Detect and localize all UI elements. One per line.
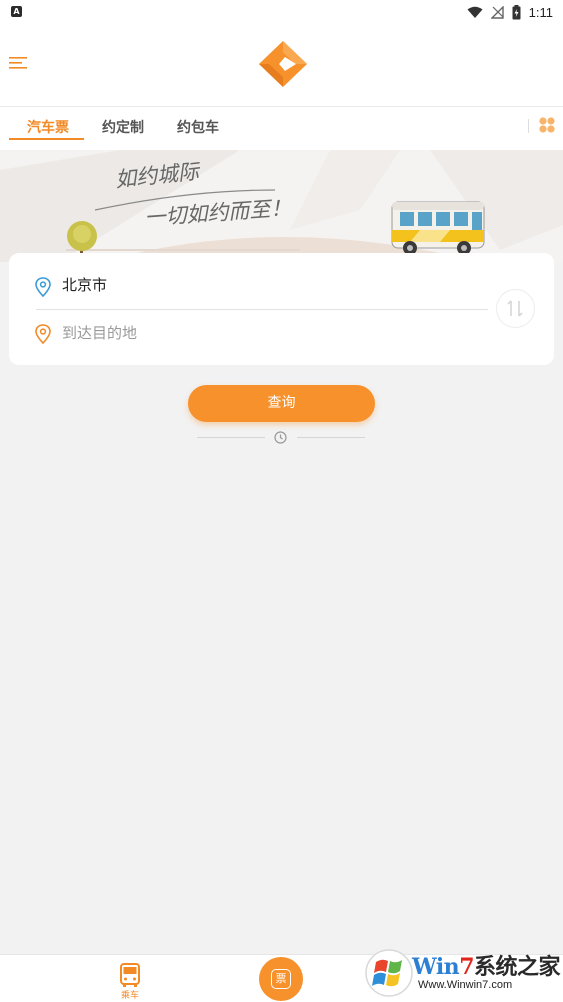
tab-divider: [528, 119, 529, 133]
tab-charter[interactable]: 约包车: [174, 117, 222, 139]
bus-illustration: [391, 201, 485, 255]
no-signal-icon: [490, 5, 504, 19]
history-clock-icon[interactable]: [274, 431, 287, 444]
tab-custom[interactable]: 约定制: [99, 117, 147, 139]
nav-ticket-button[interactable]: 票: [259, 957, 303, 1001]
diamond-logo-icon: [259, 41, 307, 87]
watermark-url: Www.Winwin7.com: [418, 979, 513, 991]
bus-icon: [120, 963, 140, 987]
swap-button[interactable]: [496, 289, 535, 328]
top-tabs: 汽车票 约定制 约包车: [0, 106, 563, 150]
query-button[interactable]: 查询: [188, 385, 375, 422]
ticket-icon: 票: [271, 969, 291, 989]
grid-menu-icon[interactable]: [538, 116, 556, 134]
banner-illustration: 如约城际 一切如约而至！: [0, 150, 563, 262]
status-time: 1:11: [528, 4, 553, 20]
destination-pin-icon: [35, 324, 51, 344]
origin-pin-icon: [35, 277, 51, 297]
watermark-text: Win7系统之家: [412, 954, 561, 980]
status-bar: A 1:11: [0, 0, 563, 24]
promo-banner: 如约城际 一切如约而至！: [0, 150, 563, 262]
nav-ride[interactable]: 乘车: [115, 960, 145, 1001]
route-search-card: 北京市 到达目的地: [9, 253, 554, 365]
banner-line2: 一切如约而至！: [144, 196, 292, 230]
menu-icon[interactable]: [8, 54, 30, 72]
status-icons: 1:11: [467, 3, 553, 21]
app-header: [0, 24, 563, 106]
watermark: Win7系统之家 Www.Winwin7.com: [362, 945, 563, 1002]
history-divider-right: [297, 437, 365, 438]
history-divider-left: [197, 437, 265, 438]
nav-ride-label: 乘车: [120, 991, 139, 1001]
swap-icon: [507, 300, 523, 317]
active-tab-indicator: [9, 138, 84, 140]
field-divider: [36, 309, 488, 310]
wifi-icon: [467, 6, 483, 18]
notification-icon: A: [11, 6, 22, 17]
tab-bus-ticket[interactable]: 汽车票: [24, 117, 72, 139]
battery-icon: [512, 4, 521, 19]
destination-field[interactable]: 到达目的地: [62, 323, 137, 343]
windows-logo-icon: [365, 949, 413, 997]
origin-city-field[interactable]: 北京市: [62, 275, 107, 295]
